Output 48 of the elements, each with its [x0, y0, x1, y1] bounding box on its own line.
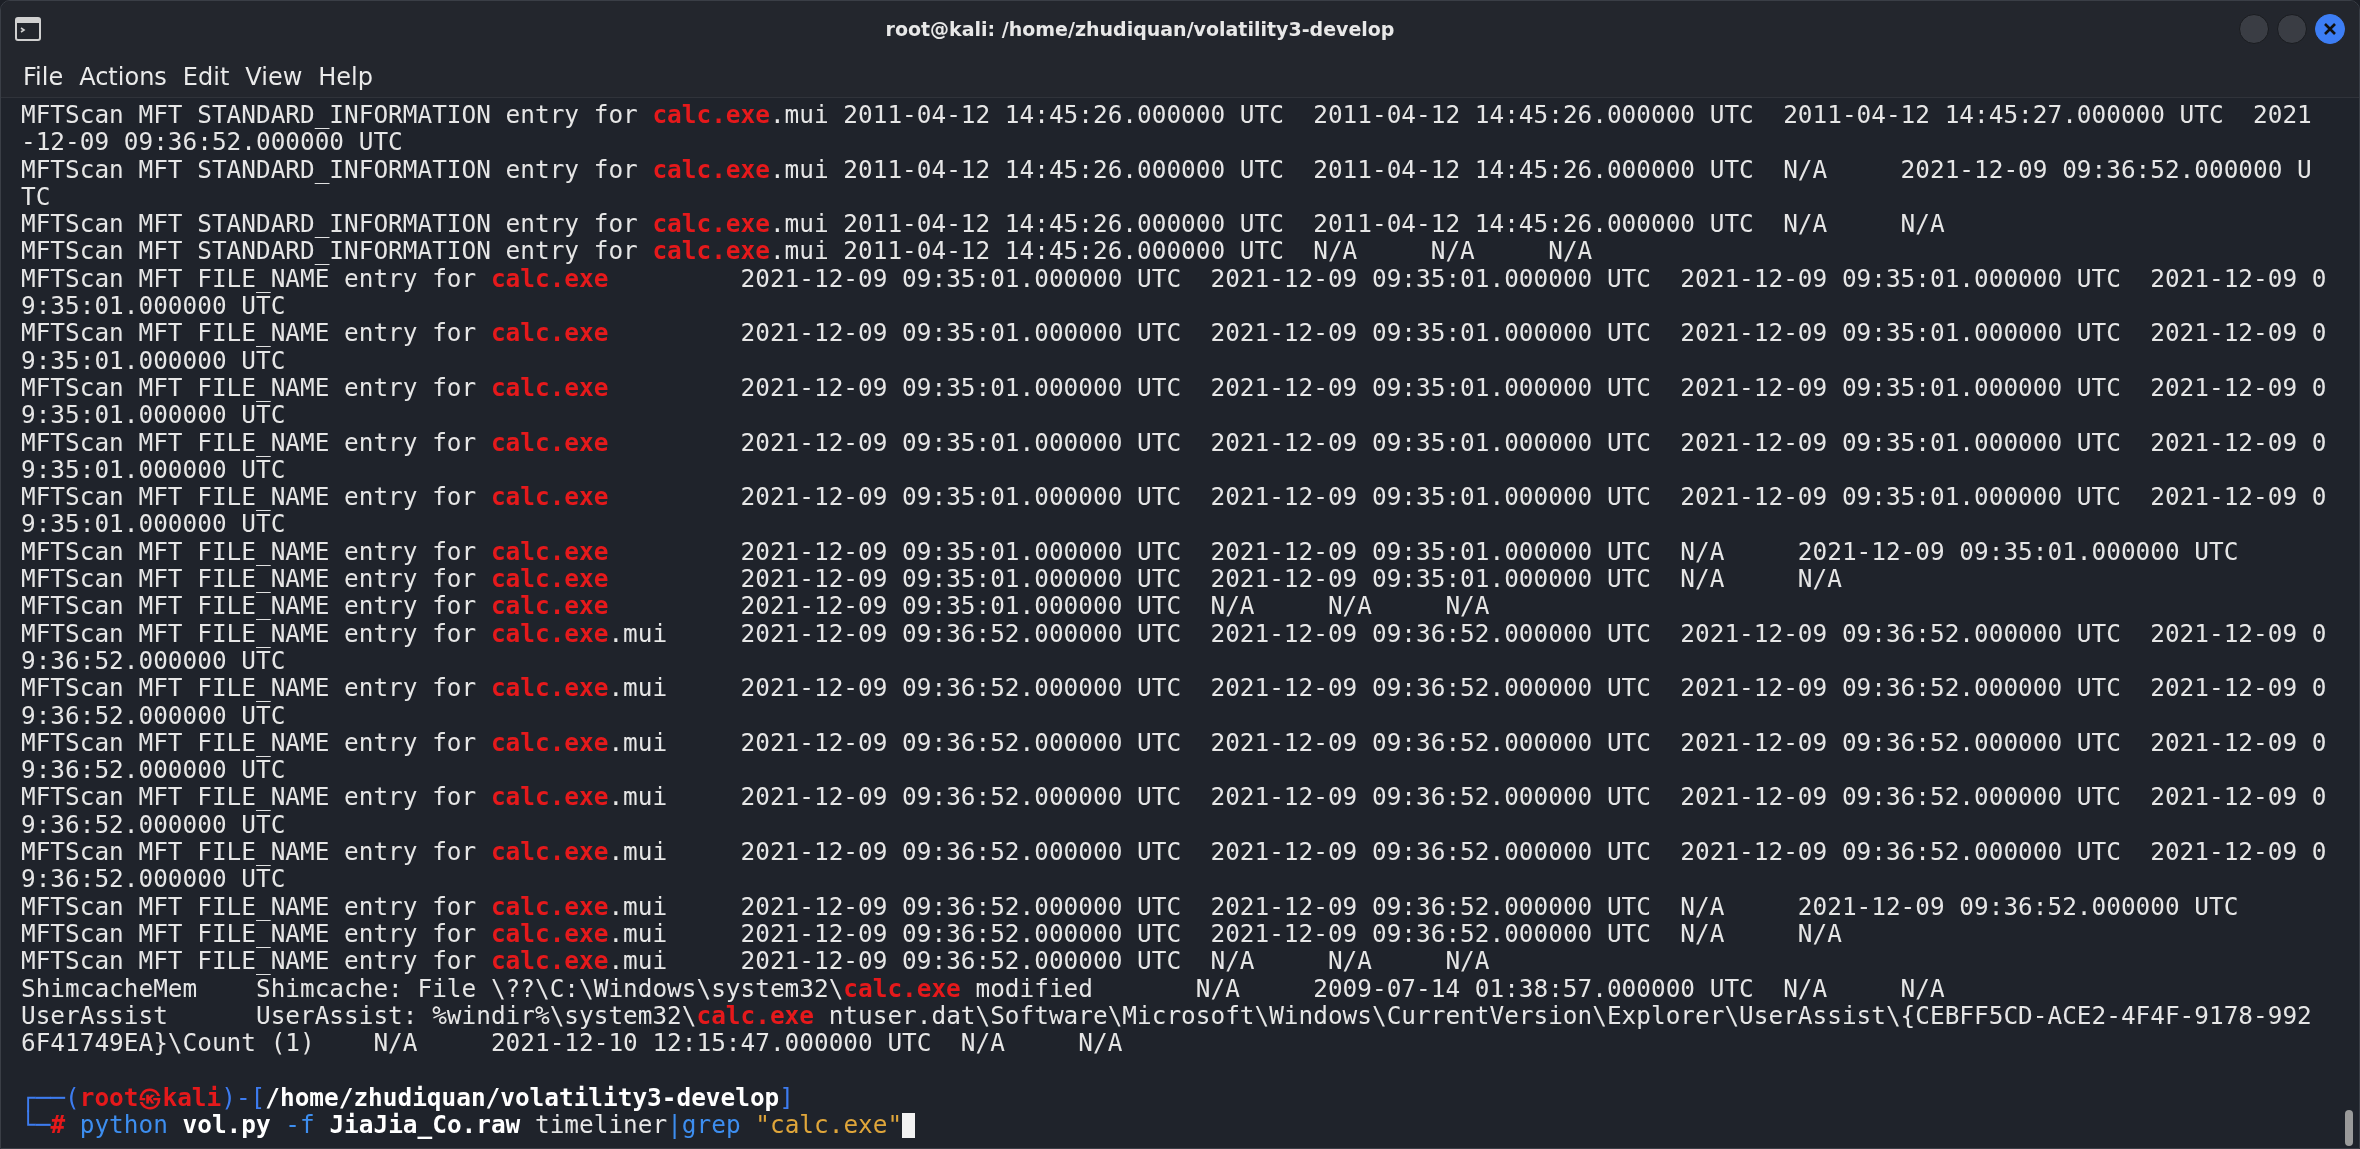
window-title: root@kali: /home/zhudiquan/volatility3-develop [884, 18, 1396, 40]
output-line: MFTScan MFT FILE_NAME entry for calc.exe 2021-12-09 09:35:01.000000 UTC 2021-12-09 09:35:01.000000 UTC N/A N/A [21, 565, 1843, 593]
output-line: 9:35:01.000000 UTC [21, 455, 286, 484]
menu-item[interactable]: Edit [174, 63, 238, 91]
output-line: MFTScan MFT FILE_NAME entry for calc.exe.mui 2021-12-09 09:36:52.000000 UTC N/A N/A N/A [21, 947, 1491, 975]
output-line: MFTScan MFT FILE_NAME entry for calc.exe 2021-12-09 09:35:01.000000 UTC 2021-12-09 09:35:01.000000 UTC 2021-12-09 09:35:01.000000 UTC 2021-12-09 0 [21, 483, 2328, 511]
output-line: MFTScan MFT FILE_NAME entry for calc.exe.mui 2021-12-09 09:36:52.000000 UTC 2021-12-09 09:36:52.000000 UTC 2021-12-09 09:36:52.000000 UTC 2021-12-09 0 [21, 838, 2328, 866]
menu-item[interactable]: File [15, 63, 72, 91]
output-line: ShimcacheMem Shimcache: File \??\C:\Windows\system32\calc.exe modified N/A 2009-07-14 01:38:57.000000 UTC N/A N/A [21, 974, 1946, 1002]
output-line: MFTScan MFT FILE_NAME entry for calc.exe.mui 2021-12-09 09:36:52.000000 UTC 2021-12-09 09:36:52.000000 UTC 2021-12-09 09:36:52.000000 UTC 2021-12-09 0 [21, 728, 2328, 757]
output-line: -12-09 09:36:52.000000 UTC [21, 128, 403, 156]
output-line: 9:35:01.000000 UTC [21, 401, 286, 429]
output-line: MFTScan MFT STANDARD_INFORMATION entry for calc.exe.mui 2011-04-12 14:45:26.000000 UTC 2011-04-12 14:45:26.000000 UTC N/A 2021-12-09 09:36:52.000000 U [21, 155, 2313, 183]
output-line: MFTScan MFT STANDARD_INFORMATION entry for calc.exe.mui 2011-04-12 14:45:26.000000 UTC 2011-04-12 14:45:26.000000 UTC N/A N/A [21, 210, 1946, 238]
menu-item[interactable]: Help [310, 63, 381, 91]
menu-item[interactable]: Actions [71, 63, 175, 91]
output-line: 9:36:52.000000 UTC [21, 701, 286, 729]
output-line: MFTScan MFT FILE_NAME entry for calc.exe 2021-12-09 09:35:01.000000 UTC 2021-12-09 09:35:01.000000 UTC 2021-12-09 09:35:01.000000 UTC 2021-12-09 0 [21, 428, 2328, 456]
output-line: 9:35:01.000000 UTC [21, 346, 286, 374]
menu-item[interactable]: View [237, 63, 311, 91]
output-line: MFTScan MFT FILE_NAME entry for calc.exe.mui 2021-12-09 09:36:52.000000 UTC 2021-12-09 09:36:52.000000 UTC 2021-12-09 09:36:52.000000 UTC 2021-12-09 0 [21, 783, 2328, 811]
scrollbar-thumb[interactable] [2345, 1110, 2353, 1146]
output-line: 9:36:52.000000 UTC [21, 865, 286, 893]
output-line: MFTScan MFT FILE_NAME entry for calc.exe.mui 2021-12-09 09:36:52.000000 UTC 2021-12-09 09:36:52.000000 UTC 2021-12-09 09:36:52.000000 UTC 2021-12-09 0 [21, 674, 2328, 702]
output-line: MFTScan MFT FILE_NAME entry for calc.exe.mui 2021-12-09 09:36:52.000000 UTC 2021-12-09 09:36:52.000000 UTC N/A 2021-12-09 09:36:52.000000 UTC [21, 892, 2240, 920]
close-button[interactable] [2315, 14, 2345, 44]
close-icon [2323, 22, 2337, 36]
output-line: 9:36:52.000000 UTC [21, 756, 286, 784]
output-line: MFTScan MFT FILE_NAME entry for calc.exe.mui 2021-12-09 09:36:52.000000 UTC 2021-12-09 09:36:52.000000 UTC N/A N/A [21, 919, 1843, 948]
output-line: MFTScan MFT FILE_NAME entry for calc.exe.mui 2021-12-09 09:36:52.000000 UTC 2021-12-09 09:36:52.000000 UTC 2021-12-09 09:36:52.000000 UTC 2021-12-09 0 [21, 619, 2328, 647]
output-line: 9:35:01.000000 UTC [21, 292, 286, 320]
output-line: MFTScan MFT FILE_NAME entry for calc.exe 2021-12-09 09:35:01.000000 UTC 2021-12-09 09:35:01.000000 UTC 2021-12-09 09:35:01.000000 UTC 2021-12-09 0 [21, 319, 2328, 347]
output-line: UserAssist UserAssist: %windir%\system32\calc.exe ntuser.dat\Software\Microsoft\Windows\CurrentVersion\Explorer\UserAssist\{CEBFF5CD-ACE2-4F4F-9178-992 [21, 1001, 2313, 1030]
output-line: MFTScan MFT FILE_NAME entry for calc.exe 2021-12-09 09:35:01.000000 UTC 2021-12-09 09:35:01.000000 UTC 2021-12-09 09:35:01.000000 UTC 2021-12-09 0 [21, 373, 2328, 402]
output-line: MFTScan MFT FILE_NAME entry for calc.exe 2021-12-09 09:35:01.000000 UTC N/A N/A N/A [21, 592, 1491, 620]
output-line: 9:36:52.000000 UTC [21, 810, 286, 838]
output-line: MFTScan MFT FILE_NAME entry for calc.exe 2021-12-09 09:35:01.000000 UTC 2021-12-09 09:35:01.000000 UTC N/A 2021-12-09 09:35:01.000000 UTC [21, 537, 2240, 566]
output-line: 9:36:52.000000 UTC [21, 646, 286, 675]
output-line: 6F41749EA}\Count (1) N/A 2021-12-10 12:15:47.000000 UTC N/A N/A [21, 1029, 1123, 1057]
text-cursor [902, 1113, 916, 1138]
command-line[interactable]: └─# python vol.py -f JiaJia_Co.raw timeliner|grep "calc.exe" [21, 1111, 2339, 1139]
output-line: MFTScan MFT STANDARD_INFORMATION entry for calc.exe.mui 2011-04-12 14:45:26.000000 UTC 2011-04-12 14:45:26.000000 UTC 2011-04-12 14:45:27.000000 UTC 2021 [21, 101, 2313, 129]
output-line: TC [21, 182, 52, 211]
prompt-line: ┌──(root㉿kali)-[/home/zhudiquan/volatility3-develop] [21, 1083, 795, 1111]
output-line: MFTScan MFT FILE_NAME entry for calc.exe 2021-12-09 09:35:01.000000 UTC 2021-12-09 09:35:01.000000 UTC 2021-12-09 09:35:01.000000 UTC 2021-12-09 0 [21, 264, 2328, 293]
output-line: MFTScan MFT STANDARD_INFORMATION entry for calc.exe.mui 2011-04-12 14:45:26.000000 UTC N/A N/A N/A [21, 237, 1594, 265]
output-line: 9:35:01.000000 UTC [21, 510, 286, 538]
terminal-icon[interactable] [15, 17, 41, 41]
